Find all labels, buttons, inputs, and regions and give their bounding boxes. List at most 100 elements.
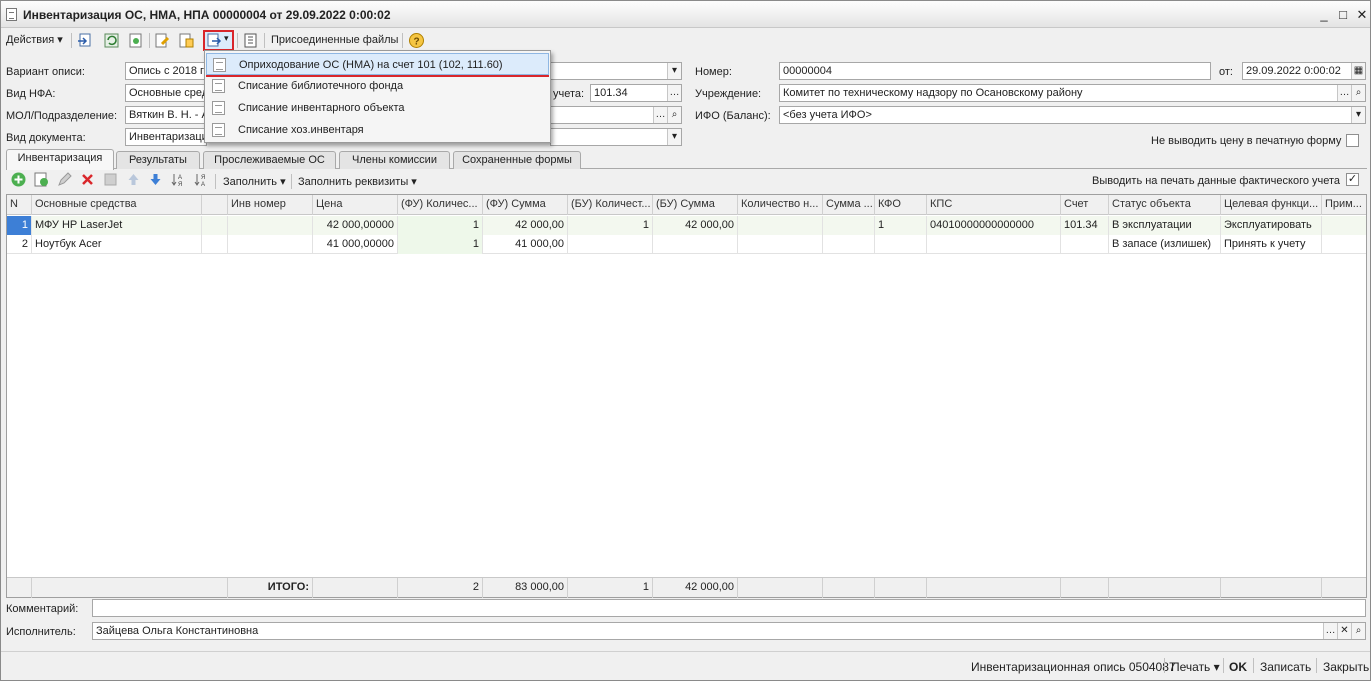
cell-asset[interactable]: МФУ HP LaserJet bbox=[32, 216, 202, 235]
cell-blank[interactable] bbox=[202, 235, 228, 254]
menu-item-write-off-household[interactable]: Списание хоз.инвентаря bbox=[206, 119, 549, 141]
save-button[interactable]: Записать bbox=[1260, 660, 1311, 674]
nfa-field[interactable]: Основные сред bbox=[125, 84, 207, 102]
cell-sum-n[interactable] bbox=[823, 235, 875, 254]
cell-sum-n[interactable] bbox=[823, 216, 875, 235]
copy-icon[interactable] bbox=[127, 32, 144, 49]
col-target-func[interactable]: Целевая функци... bbox=[1221, 195, 1322, 215]
close-button[interactable]: ✕ bbox=[1354, 7, 1370, 23]
col-note[interactable]: Прим... bbox=[1322, 195, 1366, 215]
col-fu-qty[interactable]: (ФУ) Количес... bbox=[398, 195, 483, 215]
cell-fu-sum[interactable]: 41 000,00 bbox=[483, 235, 568, 254]
fill-requisites-button[interactable]: Заполнить реквизиты ▾ bbox=[298, 174, 417, 191]
ok-button[interactable]: OK bbox=[1229, 660, 1247, 674]
select-button[interactable]: … bbox=[1323, 623, 1337, 639]
tab-traceable[interactable]: Прослеживаемые ОС bbox=[203, 151, 336, 169]
dropdown-arrow-icon[interactable]: ▾ bbox=[667, 129, 681, 145]
col-account[interactable]: Счет bbox=[1061, 195, 1109, 215]
cell-bu-qty[interactable]: 1 bbox=[568, 216, 653, 235]
cell-kps[interactable] bbox=[927, 235, 1061, 254]
maximize-button[interactable]: □ bbox=[1335, 7, 1351, 23]
variant-field[interactable]: Опись с 2018 г bbox=[125, 62, 207, 80]
calendar-icon[interactable]: ▦ bbox=[1351, 63, 1365, 79]
number-field[interactable]: 00000004 bbox=[779, 62, 1211, 80]
edit-icon[interactable] bbox=[56, 171, 73, 188]
org-field[interactable]: Комитет по техническому надзору по Осано… bbox=[779, 84, 1366, 102]
col-status[interactable]: Статус объекта bbox=[1109, 195, 1221, 215]
help-icon[interactable]: ? bbox=[408, 32, 425, 49]
col-kps[interactable]: КПС bbox=[927, 195, 1061, 215]
cell-kfo[interactable] bbox=[875, 235, 927, 254]
sort-desc-icon[interactable]: ЯA bbox=[193, 171, 210, 188]
col-kfo[interactable]: КФО bbox=[875, 195, 927, 215]
mol-field-tail[interactable]: … ⌕ bbox=[550, 106, 682, 124]
col-blank[interactable] bbox=[202, 195, 228, 215]
cell-asset[interactable]: Ноутбук Acer bbox=[32, 235, 202, 254]
account-field[interactable]: 101.34… bbox=[590, 84, 682, 102]
table-row[interactable]: 2 Ноутбук Acer 41 000,00000 1 41 000,00 … bbox=[7, 235, 1366, 254]
clear-icon[interactable]: ✕ bbox=[1337, 623, 1351, 639]
dropdown-arrow-icon[interactable]: ▾ bbox=[1351, 107, 1365, 123]
edit-doc-icon[interactable] bbox=[154, 32, 171, 49]
move-up-icon[interactable] bbox=[125, 171, 142, 188]
add-copy-icon[interactable] bbox=[33, 171, 50, 188]
cell-target-func[interactable]: Эксплуатировать bbox=[1221, 216, 1322, 235]
cell-blank[interactable] bbox=[202, 216, 228, 235]
cell-inv-number[interactable] bbox=[228, 235, 313, 254]
cell-kfo[interactable]: 1 bbox=[875, 216, 927, 235]
col-price[interactable]: Цена bbox=[313, 195, 398, 215]
search-icon[interactable]: ⌕ bbox=[1351, 85, 1365, 101]
menu-item-write-off-library[interactable]: Списание библиотечного фонда bbox=[206, 75, 549, 97]
refresh-icon[interactable] bbox=[103, 32, 120, 49]
doctype-field[interactable]: Инвентаризаци bbox=[125, 128, 207, 146]
cell-price[interactable]: 42 000,00000 bbox=[313, 216, 398, 235]
cell-status[interactable]: В эксплуатации bbox=[1109, 216, 1221, 235]
cell-price[interactable]: 41 000,00000 bbox=[313, 235, 398, 254]
structure-icon[interactable] bbox=[242, 32, 259, 49]
attached-files-button[interactable]: Присоединенные файлы bbox=[271, 32, 398, 49]
cell-bu-sum[interactable] bbox=[653, 235, 738, 254]
cell-fu-qty[interactable]: 1 bbox=[398, 216, 483, 235]
transfer-doc-icon[interactable] bbox=[178, 32, 195, 49]
doctype-field-tail[interactable]: ▾ bbox=[550, 128, 682, 146]
tab-results[interactable]: Результаты bbox=[116, 151, 200, 169]
col-sum-n[interactable]: Сумма ... bbox=[823, 195, 875, 215]
dropdown-arrow-icon[interactable]: ▾ bbox=[667, 63, 681, 79]
select-button[interactable]: … bbox=[667, 85, 681, 101]
col-inv-number[interactable]: Инв номер bbox=[228, 195, 313, 215]
cell-bu-qty[interactable] bbox=[568, 235, 653, 254]
cell-qty-n[interactable] bbox=[738, 216, 823, 235]
cell-kps[interactable]: 04010000000000000 bbox=[927, 216, 1061, 235]
select-button[interactable]: … bbox=[653, 107, 667, 123]
variant-field-tail[interactable]: ▾ bbox=[550, 62, 682, 80]
col-assets[interactable]: Основные средства bbox=[32, 195, 202, 215]
cell-inv-number[interactable] bbox=[228, 216, 313, 235]
menu-item-receipt-os[interactable]: Оприходование ОС (НМА) на счет 101 (102,… bbox=[206, 53, 549, 75]
col-n[interactable]: N bbox=[7, 195, 32, 215]
delete-icon[interactable] bbox=[79, 171, 96, 188]
cell-account[interactable] bbox=[1061, 235, 1109, 254]
tab-commission[interactable]: Члены комиссии bbox=[339, 151, 450, 169]
no-price-checkbox[interactable] bbox=[1346, 134, 1359, 147]
mol-field[interactable]: Вяткин В. Н. - А bbox=[125, 106, 207, 124]
search-icon[interactable]: ⌕ bbox=[1351, 623, 1365, 639]
print-button[interactable]: Печать ▾ bbox=[1171, 660, 1220, 674]
cell-target-func[interactable]: Принять к учету bbox=[1221, 235, 1322, 254]
cell-n[interactable]: 2 bbox=[7, 235, 32, 254]
cell-note[interactable] bbox=[1322, 235, 1366, 254]
actions-menu[interactable]: Действия ▾ bbox=[6, 32, 63, 49]
menu-item-write-off-inventory[interactable]: Списание инвентарного объекта bbox=[206, 97, 549, 119]
cell-n[interactable]: 1 bbox=[7, 216, 32, 235]
date-field[interactable]: 29.09.2022 0:00:02 ▦ bbox=[1242, 62, 1366, 80]
ifo-field[interactable]: <без учета ИФО> ▾ bbox=[779, 106, 1366, 124]
cell-fu-sum[interactable]: 42 000,00 bbox=[483, 216, 568, 235]
tab-saved-forms[interactable]: Сохраненные формы bbox=[453, 151, 581, 169]
add-icon[interactable] bbox=[10, 171, 27, 188]
executor-field[interactable]: Зайцева Ольга Константиновна … ✕ ⌕ bbox=[92, 622, 1366, 640]
cell-fu-qty[interactable]: 1 bbox=[398, 235, 483, 254]
cell-note[interactable] bbox=[1322, 216, 1366, 235]
end-edit-icon[interactable] bbox=[102, 171, 119, 188]
col-bu-qty[interactable]: (БУ) Количест... bbox=[568, 195, 653, 215]
col-bu-sum[interactable]: (БУ) Сумма bbox=[653, 195, 738, 215]
fill-button[interactable]: Заполнить ▾ bbox=[223, 174, 286, 191]
